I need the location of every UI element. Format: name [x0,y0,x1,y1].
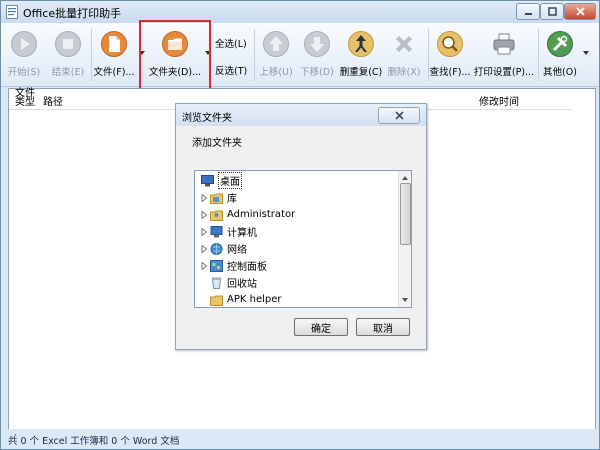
folder-icon [210,295,223,306]
tools-icon [547,31,573,57]
move-down-button[interactable]: 下移(D) [299,27,335,81]
toolbar-separator [254,29,255,81]
network-icon [210,242,223,255]
start-button[interactable]: 开始(S) [8,27,40,81]
column-header-path[interactable]: 路径 [43,93,63,108]
dialog-close-button[interactable] [378,107,420,124]
toolbar: 开始(S) 结束(E) 文件(F)... 文件夹(D)... 全选(L) 反选(… [1,23,599,87]
close-button[interactable] [564,3,596,20]
control-panel-icon [210,259,223,272]
expand-arrow-icon[interactable] [201,261,208,270]
computer-icon [210,225,223,237]
delete-x-icon [396,36,412,52]
remove-duplicates-button[interactable]: 删重复(C) [339,27,383,81]
invert-selection-button[interactable]: 反选(T) [215,63,247,77]
add-file-button[interactable]: 文件(F)... [94,27,134,81]
dialog-title: 浏览文件夹 [182,113,232,124]
print-settings-button[interactable]: 打印设置(P)... [474,27,534,81]
desktop-icon [201,174,214,186]
recycle-bin-icon [211,277,222,289]
tree-item-library[interactable]: 库 [195,189,237,206]
scroll-down-arrow-icon[interactable] [399,295,411,305]
tree-item-desktop[interactable]: 桌面 [195,172,242,189]
main-window: Office批量打印助手 开始(S) 结束(E) 文件(F)... 文件夹(D)… [0,0,600,450]
resize-grip-icon[interactable]: ⋰ [8,433,595,445]
window-title: Office批量打印助手 [23,7,122,20]
tree-item-network[interactable]: 网络 [195,240,247,257]
ok-button[interactable]: 确定 [294,318,348,336]
scroll-up-arrow-icon[interactable] [399,173,411,183]
tree-item-computer[interactable]: 计算机 [195,223,257,240]
column-header-modified[interactable]: 修改时间 [479,93,519,108]
status-bar: 共 0 个 Excel 工作簿和 0 个 Word 文档 ⋰ [1,429,599,449]
tree-item-control-panel[interactable]: 控制面板 [195,257,267,274]
folder-tree[interactable]: 桌面 库 Administrator 计算机 网络 控制面板 回收站 APK h… [194,170,412,308]
minimize-button[interactable] [516,3,540,20]
move-up-button[interactable]: 上移(U) [258,27,294,81]
arrow-up-icon [263,31,289,57]
scroll-thumb[interactable] [400,183,411,245]
expand-arrow-icon[interactable] [201,227,208,236]
merge-arrow-icon [348,31,374,57]
app-icon [6,5,18,19]
expand-arrow-icon[interactable] [201,244,208,253]
arrow-down-icon [304,31,330,57]
play-icon [11,31,37,57]
magnifier-icon [437,31,463,57]
expand-arrow-icon[interactable] [201,193,208,202]
maximize-button[interactable] [540,3,564,20]
library-icon [210,193,223,204]
user-folder-icon [210,210,223,221]
close-icon [394,111,404,120]
stop-button[interactable]: 结束(E) [51,27,85,81]
title-bar: Office批量打印助手 [1,1,599,23]
browse-folder-dialog: 浏览文件夹 添加文件夹 桌面 库 Administrator 计算机 网络 控制… [175,103,427,350]
minimize-icon [524,13,532,15]
expand-arrow-icon[interactable] [201,210,208,219]
tree-item-recycle-bin[interactable]: 回收站 [195,274,257,291]
find-button[interactable]: 查找(F)... [430,27,470,81]
stop-icon [55,31,81,57]
column-header-type[interactable]: 文件 类型 [15,89,35,108]
other-dropdown-caret-icon[interactable] [583,51,589,55]
folder-button-highlight [139,20,211,90]
tree-item-apk-helper[interactable]: APK helper [195,291,282,307]
dialog-description: 添加文件夹 [192,138,242,149]
select-all-button[interactable]: 全选(L) [215,36,247,50]
file-icon [101,31,127,57]
dialog-title-bar: 浏览文件夹 [176,104,426,126]
close-icon [575,7,585,16]
printer-icon [493,33,515,55]
cancel-button[interactable]: 取消 [356,318,410,336]
maximize-icon [547,7,557,16]
toolbar-separator [538,29,539,81]
toolbar-separator [91,29,92,81]
other-button[interactable]: 其他(O) [542,27,578,81]
delete-button[interactable]: 删除(X) [387,27,421,81]
tree-item-administrator[interactable]: Administrator [195,206,295,223]
tree-scrollbar[interactable] [398,171,411,307]
